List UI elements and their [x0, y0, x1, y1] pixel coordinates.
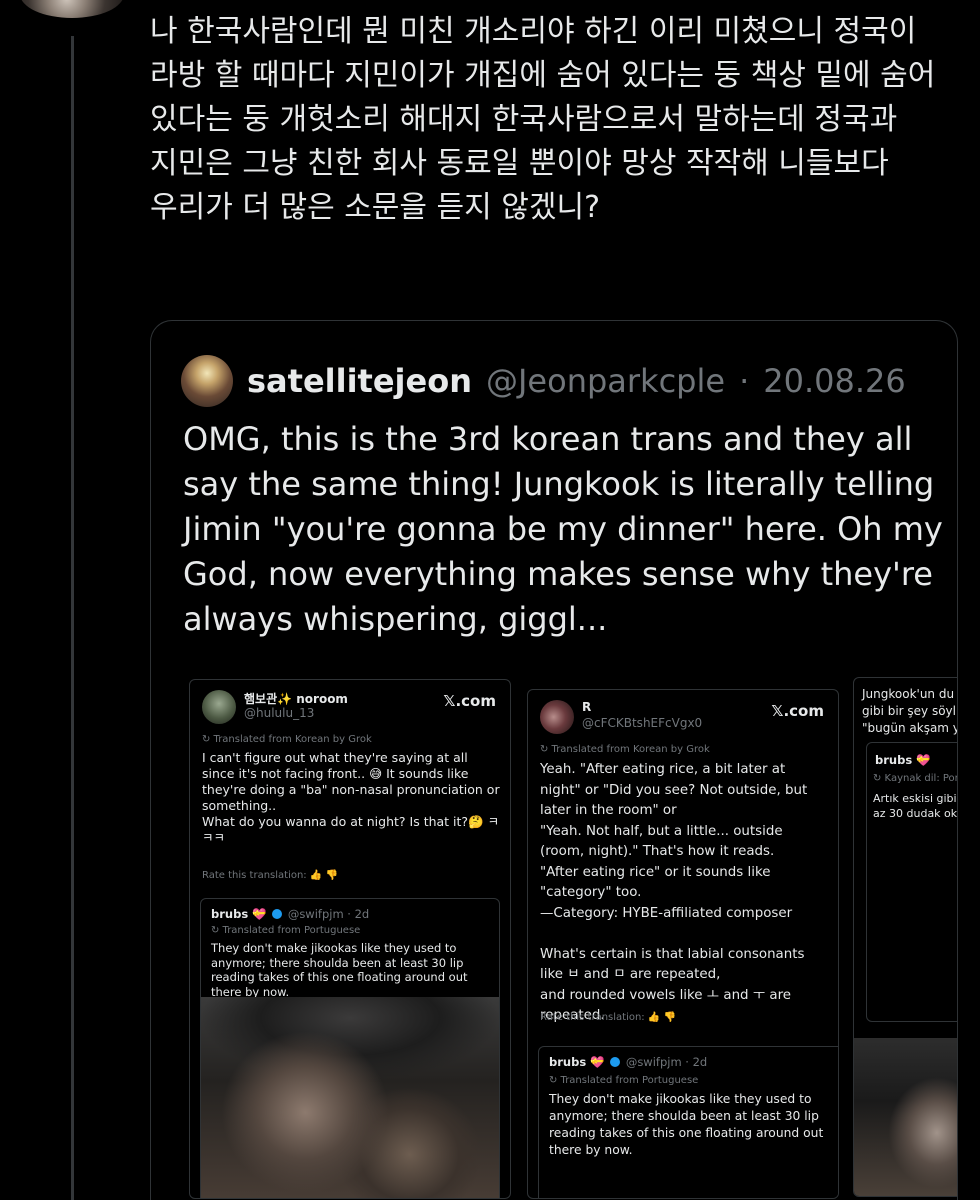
rate-translation: Rate this translation: 👍 👎	[202, 870, 338, 881]
author-avatar[interactable]	[20, 0, 124, 18]
inner-line-2: az 30 dudak oku	[873, 807, 958, 820]
card-display-name: R	[582, 700, 592, 714]
screenshot-card-3[interactable]: Jungkook'un du gibi bir şey söyl "bugün …	[853, 677, 958, 1197]
quoted-avatar[interactable]	[181, 355, 233, 407]
card-inner-quote: brubs 💝 @swifpjm · 2d ↻ Translated from …	[538, 1046, 838, 1198]
quoted-tweet-text: OMG, this is the 3rd korean trans and th…	[183, 420, 943, 638]
card-translated-label: ↻ Translated from Korean by Grok	[202, 734, 372, 745]
card-display-name: 햄보관✨ noroom	[244, 692, 348, 706]
card3-line-3: "bugün akşam y	[862, 721, 958, 735]
card-avatar	[540, 700, 574, 734]
inner-translated-label: ↻ Translated from Portuguese	[549, 1075, 699, 1086]
quoted-handle[interactable]: @Jeonparkcple	[486, 362, 725, 400]
inner-photo	[854, 1038, 957, 1196]
thread-line	[71, 36, 74, 1200]
inner-display-name: brubs 💝	[211, 907, 267, 921]
quoted-display-name[interactable]: satellitejeon	[247, 362, 472, 400]
inner-display-name: brubs 💝	[875, 753, 931, 767]
card-body: Jungkook'un du gibi bir şey söyl "bugün …	[862, 686, 958, 737]
card-handle: @cFCKBtshEFcVgx0	[582, 716, 703, 730]
page: 나 한국사람인데 뭔 미친 개소리야 하긴 이리 미쳤으니 정국이 라방 할 때…	[0, 0, 980, 1200]
inner-photo	[201, 997, 499, 1198]
inner-handle: @swifpjm · 2d	[287, 907, 370, 921]
quoted-tweet-header: satellitejeon @Jeonparkcple · 20.08.26	[181, 355, 906, 407]
card-inner-quote: brubs 💝 ↻ Kaynak dil: Por Artık eskisi g…	[866, 742, 958, 1022]
inner-line-1: Artık eskisi gibi j	[873, 792, 958, 805]
screenshot-card-1[interactable]: 햄보관✨ noroom @hululu_13 𝕏.com ↻ Translate…	[189, 679, 511, 1199]
card-avatar	[202, 690, 236, 724]
inner-translated-label: ↻ Kaynak dil: Por	[873, 773, 958, 784]
media-screenshots[interactable]: 햄보관✨ noroom @hululu_13 𝕏.com ↻ Translate…	[177, 677, 957, 1200]
screenshot-card-2[interactable]: R @cFCKBtshEFcVgx0 𝕏.com ↻ Translated fr…	[527, 689, 839, 1199]
inner-header: brubs 💝 @swifpjm · 2d	[549, 1055, 707, 1069]
inner-body: Artık eskisi gibi j az 30 dudak oku	[873, 791, 958, 821]
tweet-text: 나 한국사람인데 뭔 미친 개소리야 하긴 이리 미쳤으니 정국이 라방 할 때…	[150, 14, 936, 225]
card3-line-1: Jungkook'un du	[862, 687, 955, 701]
card-body: Yeah. "After eating rice, a bit later at…	[540, 762, 808, 1023]
rate-translation: Rate this translation: 👍 👎	[540, 1012, 676, 1023]
card-body: I can't figure out what they're saying a…	[202, 750, 500, 845]
quoted-date[interactable]: 20.08.26	[763, 362, 906, 400]
card-translated-label: ↻ Translated from Korean by Grok	[540, 744, 710, 755]
x-logo-icon: 𝕏.com	[443, 692, 496, 710]
card3-line-2: gibi bir şey söyl	[862, 704, 956, 718]
inner-body: They don't make jikookas like they used …	[549, 1092, 824, 1157]
inner-body: They don't make jikookas like they used …	[211, 941, 468, 999]
verified-badge-icon	[610, 1057, 621, 1067]
inner-translated-label: ↻ Translated from Portuguese	[211, 925, 361, 936]
inner-header: brubs 💝 @swifpjm · 2d	[211, 907, 369, 921]
card-inner-quote: brubs 💝 @swifpjm · 2d ↻ Translated from …	[200, 898, 500, 1198]
card-handle: @hululu_13	[244, 706, 315, 720]
x-logo-icon: 𝕏.com	[771, 702, 824, 720]
card-header: R @cFCKBtshEFcVgx0 𝕏.com	[540, 700, 826, 740]
inner-handle: @swifpjm · 2d	[625, 1055, 708, 1069]
card-header: 햄보관✨ noroom @hululu_13 𝕏.com	[202, 690, 498, 730]
quoted-tweet[interactable]: satellitejeon @Jeonparkcple · 20.08.26 O…	[150, 320, 958, 1200]
inner-display-name: brubs 💝	[549, 1055, 605, 1069]
quoted-separator: ·	[739, 362, 750, 400]
verified-badge-icon	[272, 909, 283, 919]
